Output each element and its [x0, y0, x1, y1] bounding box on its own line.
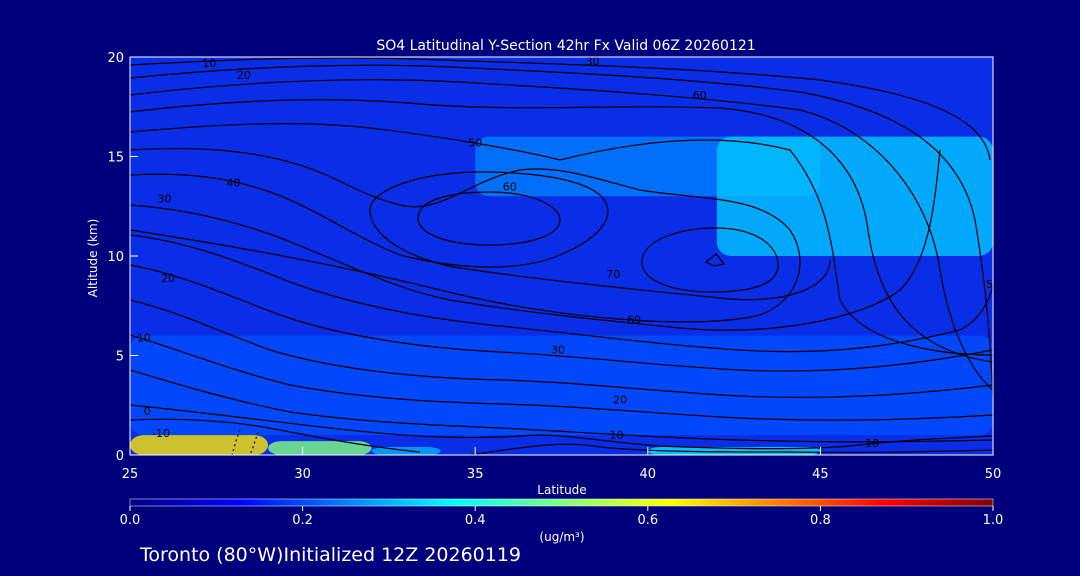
colorbar-tick-label: 0.4 [465, 513, 486, 528]
colorbar-tick-label: 0.0 [120, 513, 141, 528]
x-tick-label: 40 [640, 467, 657, 482]
colorbar-tick-label: 0.2 [292, 513, 313, 528]
contour-label: 60 [693, 89, 707, 102]
contour-label: 20 [237, 69, 251, 82]
contour-label: 70 [606, 268, 620, 281]
colorbar-ticks: 0.0 0.2 0.4 0.6 0.8 1.0 [120, 506, 1004, 528]
contour-label: 60 [503, 180, 517, 193]
x-tick-label: 35 [467, 467, 484, 482]
x-tick-label: 30 [294, 467, 311, 482]
contour-label: 20 [161, 272, 175, 285]
contour-label: 10 [137, 332, 151, 345]
colorbar-units-label: (ug/m³) [539, 530, 584, 544]
contour-label: 30 [158, 192, 172, 205]
contour-label: 10 [202, 57, 216, 70]
colorbar-tick-label: 0.6 [637, 513, 658, 528]
concentration-cell [716, 136, 993, 256]
colorbar-tick-label: 0.8 [810, 513, 831, 528]
y-tick-label: 10 [107, 250, 124, 265]
x-tick-label: 45 [812, 467, 829, 482]
concentration-cell [130, 435, 269, 455]
y-tick-label: 5 [116, 350, 124, 365]
y-tick-label: 20 [107, 51, 124, 66]
contour-label: 30 [551, 344, 565, 357]
contour-label: -10 [152, 427, 170, 440]
contour-label: 50 [468, 137, 482, 150]
x-axis-label: Latitude [537, 483, 586, 497]
chart-title: SO4 Latitudinal Y-Section 42hr Fx Valid … [376, 38, 755, 54]
footer-caption: Toronto (80°W)Initialized 12Z 20260119 [139, 544, 521, 566]
contour-label: 10 [610, 429, 624, 442]
contour-label: 10 [865, 437, 879, 450]
colorbar-tick-label: 1.0 [983, 513, 1004, 528]
y-tick-label: 15 [107, 151, 124, 166]
x-tick-label: 25 [122, 467, 139, 482]
y-tick-label: 0 [116, 449, 124, 464]
contour-label: 40 [227, 176, 241, 189]
chart-canvas: SO4 Latitudinal Y-Section 42hr Fx Valid … [86, 38, 1004, 566]
x-tick-label: 50 [985, 467, 1002, 482]
contour-label: 60 [627, 314, 641, 327]
colorbar [129, 498, 994, 507]
contour-label: 0 [144, 405, 151, 418]
y-axis-label: Altitude (km) [86, 219, 100, 298]
contour-label: 20 [613, 393, 627, 406]
